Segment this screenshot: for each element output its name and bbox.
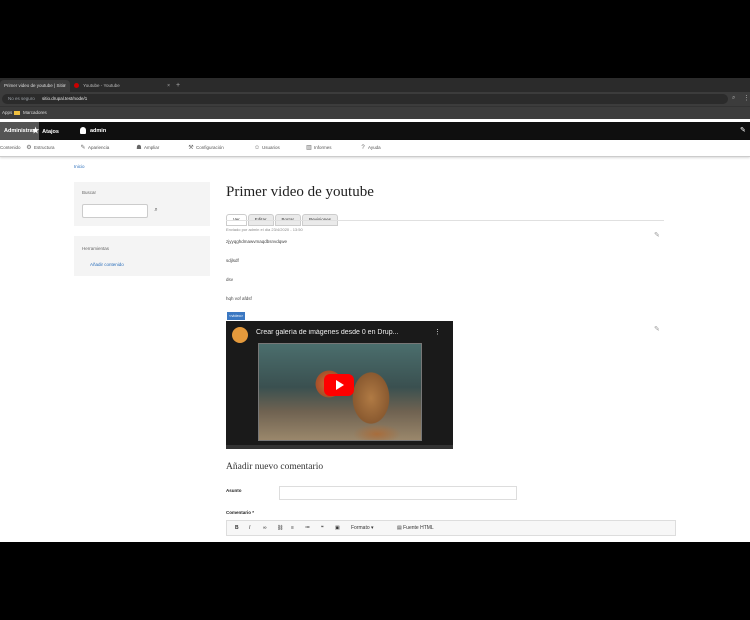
body-text: hqh vof afdsf xyxy=(226,296,252,301)
browser-tabbar: Primer video de youtube | Sitio × Youtub… xyxy=(0,78,750,92)
menu-item-users[interactable]: ☺ Usuarios xyxy=(254,140,280,156)
menu-label: Ayuda xyxy=(368,145,381,150)
users-icon: ☺ xyxy=(254,145,261,151)
tab-title: Youtube - Youtube xyxy=(83,83,120,88)
menu-label: Ampliar xyxy=(144,145,160,150)
tools-block: Herramientas Añadir contenido xyxy=(74,236,210,276)
wrench-icon: ⚒ xyxy=(188,145,194,151)
source-label: Fuente HTML xyxy=(403,525,434,531)
tabs-divider xyxy=(226,220,664,221)
numbered-list-button[interactable]: ≔ xyxy=(305,521,310,535)
star-icon: ★ xyxy=(32,126,40,135)
source-button[interactable]: ▤ Fuente HTML xyxy=(397,521,434,535)
youtube-icon xyxy=(74,83,79,89)
menu-item-structure[interactable]: ⚙ Estructura xyxy=(26,140,55,156)
admin-menu: ▤Contenido ⚙Estructura ✎Apariencia ☗Ampl… xyxy=(0,140,750,157)
menu-label: Contenido xyxy=(0,145,21,150)
local-tabs: VerEditarBorrarRevisiones xyxy=(226,208,339,226)
search-label: Buscar xyxy=(82,190,97,195)
help-icon: ? xyxy=(361,145,365,151)
page-title: Primer video de youtube xyxy=(226,184,374,200)
link-button[interactable]: ∞ xyxy=(263,521,267,535)
bold-button[interactable]: B xyxy=(235,521,239,535)
menu-label: Informes xyxy=(314,145,332,150)
menu-item-help[interactable]: ? Ayuda xyxy=(360,140,381,156)
video-title[interactable]: Crear galería de imágenes desde 0 en Dru… xyxy=(256,329,426,336)
not-secure-label: No es seguro xyxy=(8,96,35,101)
shortcuts-label: Atajos xyxy=(42,129,59,135)
chart-icon: ▥ xyxy=(306,145,312,151)
menu-label: Apariencia xyxy=(88,145,110,150)
comment-form-title: Añadir nuevo comentario xyxy=(226,462,324,472)
unlink-button[interactable]: ⛓ xyxy=(277,521,283,535)
kebab-menu-icon[interactable]: ⋮ xyxy=(743,94,750,102)
contextual-edit-icon[interactable]: ✎ xyxy=(654,325,660,333)
menu-item-reports[interactable]: ▥ Informes xyxy=(306,140,332,156)
close-icon[interactable]: × xyxy=(167,80,170,92)
browser-tab-active[interactable]: Primer video de youtube | Sitio × xyxy=(0,80,70,92)
blockquote-button[interactable]: ❝ xyxy=(321,521,324,535)
bookmark-label: Marcadores xyxy=(23,110,47,115)
url-text: sitio.drupal.test/node/1 xyxy=(42,96,88,101)
menu-label: Configuración xyxy=(196,145,224,150)
bookmark-folder[interactable]: Marcadores xyxy=(14,107,47,119)
url-input[interactable]: No es seguro sitio.drupal.test/node/1 xyxy=(2,94,728,104)
menu-item-configuration[interactable]: ⚒ Configuración xyxy=(188,140,224,156)
comment-label: Comentario * xyxy=(226,510,255,515)
screen-frame: Primer video de youtube | Sitio × Youtub… xyxy=(0,78,750,542)
structure-icon: ⚙ xyxy=(26,145,32,151)
editor-toolbar: B I ∞ ⛓ ≡ ≔ ❝ ▣ Formato ▾ ▤ Fuente HTML xyxy=(226,520,676,536)
search-input[interactable] xyxy=(82,204,148,218)
search-block: Buscar ⌕ xyxy=(74,182,210,226)
node-meta: Enviado por admin el día 23/4/2020 - 13:… xyxy=(226,227,303,232)
toolbar-user[interactable]: admin xyxy=(80,122,106,140)
more-icon[interactable]: ⋮ xyxy=(434,328,441,336)
format-label: Formato xyxy=(351,525,370,531)
italic-button[interactable]: I xyxy=(249,521,250,535)
contextual-edit-icon[interactable]: ✎ xyxy=(654,231,660,239)
zoom-icon[interactable]: ⌕ xyxy=(732,95,735,102)
channel-avatar[interactable] xyxy=(232,327,248,343)
bookmarks-bar: Apps Marcadores xyxy=(0,106,750,119)
admin-toolbar: Administrar ★ Atajos admin ✎ xyxy=(0,122,750,140)
selected-element-tag: <video> xyxy=(227,312,246,320)
subject-label: Asunto xyxy=(226,488,242,493)
video-progress-bar[interactable] xyxy=(226,445,453,449)
search-icon[interactable]: ⌕ xyxy=(150,205,162,216)
add-content-link[interactable]: Añadir contenido xyxy=(90,262,124,267)
image-button[interactable]: ▣ xyxy=(335,521,340,535)
new-tab-button[interactable]: + xyxy=(176,80,180,92)
bookmark-apps[interactable]: Apps xyxy=(2,107,12,119)
menu-item-extend[interactable]: ☗ Ampliar xyxy=(136,140,159,156)
format-select[interactable]: Formato ▾ xyxy=(351,521,374,535)
toolbar-shortcuts[interactable]: ★ Atajos xyxy=(32,122,59,140)
play-icon[interactable] xyxy=(324,374,354,396)
browser-tab[interactable]: Youtube - Youtube × xyxy=(70,80,174,92)
body-text: dsv xyxy=(226,277,234,282)
menu-label: Usuarios xyxy=(262,145,280,150)
menu-item-content[interactable]: ▤Contenido xyxy=(0,140,21,156)
menu-label: Estructura xyxy=(34,145,55,150)
close-icon[interactable]: × xyxy=(63,80,66,92)
bulleted-list-button[interactable]: ≡ xyxy=(291,521,294,535)
folder-icon xyxy=(14,110,20,115)
chevron-down-icon: ▾ xyxy=(371,525,374,531)
tools-title: Herramientas xyxy=(82,246,110,251)
body-text: zjyyqghdmawvmaqdbsnvdqwe xyxy=(226,239,288,244)
browser-addressbar: No es seguro sitio.drupal.test/node/1 ⌕ … xyxy=(0,92,750,106)
user-label: admin xyxy=(90,128,107,134)
edit-pencil-icon[interactable]: ✎ xyxy=(740,126,746,134)
subject-input[interactable] xyxy=(279,486,517,500)
breadcrumb[interactable]: Inicio xyxy=(74,164,85,169)
source-icon: ▤ xyxy=(397,525,402,531)
body-text: sdjlsdf xyxy=(226,258,239,263)
youtube-embed[interactable]: Crear galería de imágenes desde 0 en Dru… xyxy=(226,321,453,449)
user-icon xyxy=(80,127,86,135)
menu-item-appearance[interactable]: ✎ Apariencia xyxy=(80,140,109,156)
tab-title: Primer video de youtube | Sitio xyxy=(4,83,66,88)
brush-icon: ✎ xyxy=(80,145,86,151)
puzzle-icon: ☗ xyxy=(136,145,142,151)
